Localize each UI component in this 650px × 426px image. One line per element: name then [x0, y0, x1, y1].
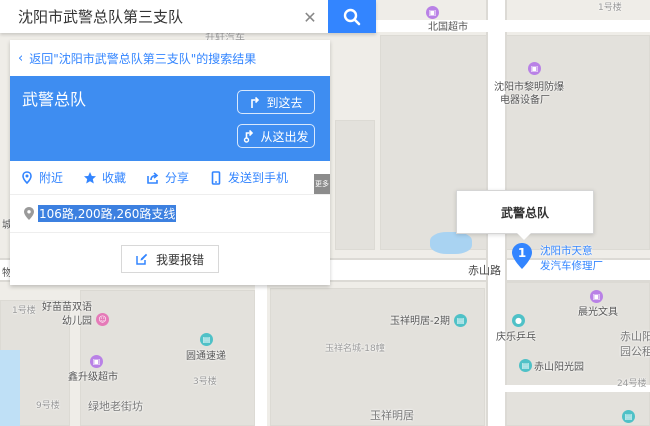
action-row: 附近 收藏 分享 发送到手机 更多: [10, 161, 330, 195]
phone-icon: [209, 170, 223, 185]
map-label-yuxiang-old: 玉祥名城-18幢: [325, 344, 385, 354]
route-from-icon: [243, 129, 255, 143]
map-label-yuantong: 圆通速递: [186, 351, 226, 362]
share-label: 分享: [165, 171, 190, 185]
clear-icon[interactable]: ✕: [298, 5, 322, 29]
map-road: [0, 350, 20, 426]
back-to-results-text: 返回"沈阳市武警总队第三支队"的搜索结果: [29, 51, 257, 66]
map-marker[interactable]: 1: [512, 243, 532, 269]
report-error-label: 我要报错: [155, 252, 204, 267]
map-block: [270, 288, 485, 426]
map-label-yuxiang2: 玉祥明居-2期: [390, 316, 450, 327]
map-label-chishanyang-park-1: 赤山阳: [620, 330, 650, 343]
bus-lines-row: 106路,200路,260路支线: [10, 195, 330, 233]
search-input[interactable]: [0, 0, 328, 33]
marker-number: 1: [517, 246, 527, 260]
map-block: [335, 120, 375, 250]
route-to-here-button[interactable]: 到这去: [237, 90, 315, 114]
share-button[interactable]: 分享: [146, 169, 189, 186]
map-label-haomiaomiao-1: 好苗苗双语: [42, 302, 92, 313]
report-error-button[interactable]: 我要报错: [120, 245, 219, 273]
supermarket-icon: ▣: [426, 6, 439, 19]
map-label-xinsheng: 鑫升级超市: [68, 372, 118, 383]
nearby-button[interactable]: 附近: [20, 169, 63, 186]
map-label-yuxiang: 玉祥明居: [370, 409, 414, 422]
chevron-left-icon: ‹: [18, 50, 24, 66]
building-icon: ▤: [622, 410, 635, 423]
route-to-here-label: 到这去: [266, 95, 303, 110]
route-from-here-button[interactable]: 从这出发: [237, 124, 315, 148]
map-label-qingle: 庆乐乒乓: [496, 332, 536, 343]
map-water: [430, 232, 472, 254]
result-panel: ‹ 返回"沈阳市武警总队第三支队"的搜索结果 武警总队 到这去 从这出发 附近: [10, 40, 330, 285]
report-area: 我要报错: [10, 233, 330, 285]
search-button[interactable]: [328, 0, 376, 33]
map-label-building: 1号楼: [12, 306, 36, 316]
map-label-building: 1号楼: [598, 3, 622, 13]
supermarket-icon: ▣: [90, 355, 103, 368]
map-label-building: 3号楼: [193, 377, 217, 387]
nearby-label: 附近: [39, 171, 64, 185]
pingpong-icon: ●: [512, 314, 525, 327]
map-road: [255, 282, 267, 426]
map-popup-title: 武警总队: [500, 205, 549, 220]
more-tag[interactable]: 更多: [314, 174, 330, 194]
route-from-here-label: 从这出发: [260, 129, 309, 144]
back-to-results-link[interactable]: ‹ 返回"沈阳市武警总队第三支队"的搜索结果: [10, 40, 330, 76]
send-to-phone-button[interactable]: 发送到手机: [209, 169, 288, 186]
route-to-icon: [249, 95, 261, 109]
star-icon: [83, 171, 97, 185]
bus-lines-text: 106路,200路,260路支线: [38, 205, 177, 222]
map-label-limin-2: 电器设备厂: [500, 95, 550, 106]
place-name: 武警总队: [22, 90, 87, 109]
marker-label-1: 沈阳市天意: [540, 245, 593, 257]
building-icon: ▤: [454, 314, 467, 327]
courier-icon: ▤: [200, 333, 213, 346]
kindergarten-icon: ☺: [96, 313, 109, 326]
map-label-beiguo: 北国超市: [428, 22, 468, 33]
map-label-chishanyang-park-2: 园公租: [620, 345, 650, 358]
shop-icon: ▣: [590, 290, 603, 303]
residence-icon: ▤: [519, 359, 532, 372]
building-icon: ▣: [528, 62, 541, 75]
map-popup[interactable]: 武警总队: [456, 190, 594, 240]
edit-icon: [136, 253, 148, 265]
map-label-chishan-road: 赤山路: [468, 264, 501, 277]
map-label-building: 9号楼: [36, 401, 60, 411]
search-bar: ✕: [0, 0, 376, 33]
favorite-label: 收藏: [102, 171, 127, 185]
map-label-limin-1: 沈阳市黎明防爆: [494, 82, 564, 93]
marker-label-2: 发汽车修理厂: [540, 260, 603, 272]
search-icon: [343, 8, 361, 25]
location-pin-icon: [24, 207, 34, 220]
map-label-chishanyang-garden: 赤山阳光园: [534, 362, 584, 373]
location-pin-icon: [20, 170, 34, 185]
place-card-header: 武警总队 到这去 从这出发: [10, 76, 330, 161]
map-label-chenguang: 晨光文具: [578, 307, 618, 318]
favorite-button[interactable]: 收藏: [83, 169, 126, 186]
share-icon: [146, 171, 160, 185]
map-road: [376, 20, 650, 32]
map-label-haomiaomiao-2: 幼儿园: [62, 316, 92, 327]
map-label-lvdi: 绿地老街坊: [88, 400, 143, 413]
map-label-building: 24号楼: [617, 379, 647, 389]
send-to-phone-label: 发送到手机: [228, 171, 289, 185]
